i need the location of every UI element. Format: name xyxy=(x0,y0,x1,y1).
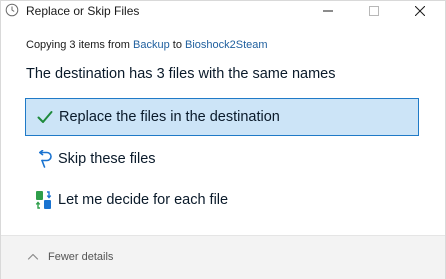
title-bar[interactable]: Replace or Skip Files xyxy=(1,1,445,21)
dialog-footer: Fewer details xyxy=(1,235,445,279)
close-icon xyxy=(415,6,425,16)
copy-summary: Copying 3 items from Backup to Bioshock2… xyxy=(26,38,268,52)
copy-to-text: to xyxy=(172,39,182,51)
skip-files-label: Skip these files xyxy=(58,151,156,167)
replace-skip-dialog: Replace or Skip Files Copying 3 items fr… xyxy=(0,0,446,279)
replace-files-label: Replace the files in the destination xyxy=(59,109,280,125)
conflict-heading: The destination has 3 files with the sam… xyxy=(26,66,336,82)
skip-files-option[interactable]: Skip these files xyxy=(25,140,419,178)
maximize-button[interactable] xyxy=(351,1,397,21)
minimize-icon xyxy=(323,10,333,12)
skip-icon xyxy=(34,149,54,169)
minimize-button[interactable] xyxy=(305,1,351,21)
copy-prefix: Copying 3 items from xyxy=(26,39,130,51)
decide-each-file-option[interactable]: Let me decide for each file xyxy=(25,181,419,219)
destination-folder-link[interactable]: Bioshock2Steam xyxy=(185,39,268,51)
fewer-details-button[interactable]: Fewer details xyxy=(26,250,113,264)
fewer-details-label: Fewer details xyxy=(48,251,114,263)
replace-files-option[interactable]: Replace the files in the destination xyxy=(25,98,419,136)
clock-icon xyxy=(5,3,19,17)
window-title: Replace or Skip Files xyxy=(26,4,140,18)
maximize-icon xyxy=(369,6,379,16)
compare-files-icon xyxy=(34,190,54,210)
decide-each-file-label: Let me decide for each file xyxy=(58,192,229,208)
close-button[interactable] xyxy=(397,1,443,21)
chevron-up-icon xyxy=(27,253,39,260)
source-folder-link[interactable]: Backup xyxy=(133,39,170,51)
checkmark-icon xyxy=(35,107,55,127)
